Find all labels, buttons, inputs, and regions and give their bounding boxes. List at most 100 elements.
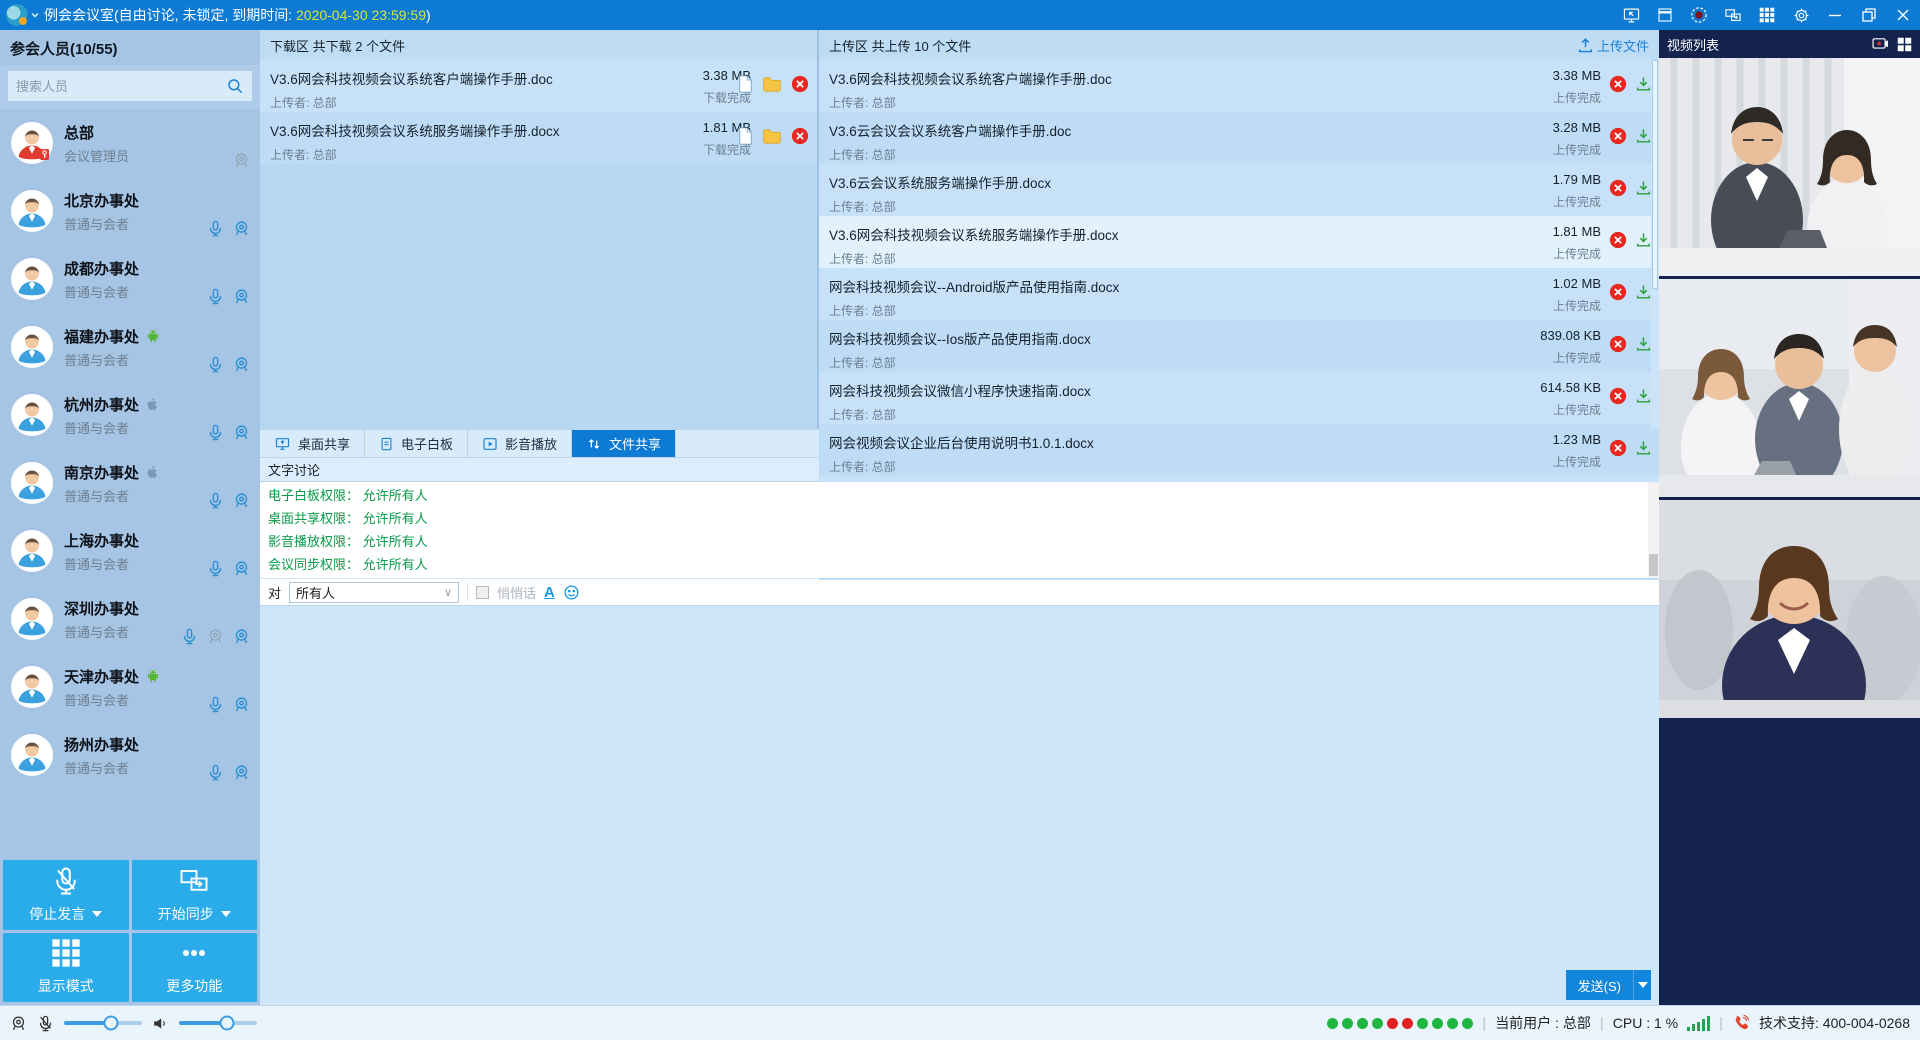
- participant-row[interactable]: 深圳办事处 普通与会者: [0, 585, 260, 653]
- minimize-icon[interactable]: [1818, 0, 1852, 30]
- mic-icon[interactable]: [207, 356, 224, 373]
- participant-row[interactable]: 上海办事处 普通与会者: [0, 517, 260, 585]
- webcam-icon[interactable]: [233, 492, 250, 509]
- title-menu-chevron-icon[interactable]: [30, 10, 40, 20]
- delete-icon[interactable]: [1609, 127, 1627, 145]
- webcam-icon[interactable]: [233, 628, 250, 645]
- webcam-off-icon[interactable]: [233, 152, 250, 169]
- search-icon[interactable]: [226, 77, 244, 95]
- open-file-icon[interactable]: [738, 75, 753, 93]
- search-input[interactable]: [16, 79, 226, 94]
- delete-icon[interactable]: [1609, 231, 1627, 249]
- video-thumbnail[interactable]: [1659, 58, 1920, 276]
- tab-whiteboard[interactable]: 电子白板: [365, 430, 468, 457]
- chevron-down-icon[interactable]: [92, 911, 102, 917]
- mic-icon[interactable]: [207, 696, 224, 713]
- download-icon[interactable]: [1636, 388, 1651, 404]
- participant-row[interactable]: 天津办事处 普通与会者: [0, 653, 260, 721]
- open-folder-icon[interactable]: [762, 76, 782, 93]
- upload-file-row[interactable]: V3.6云会议系统服务端操作手册.docx 上传者: 总部 1.79 MB 上传…: [819, 164, 1659, 216]
- download-file-row[interactable]: V3.6网会科技视频会议系统服务端操作手册.docx 上传者: 总部 1.81 …: [260, 112, 817, 164]
- webcam-off-icon[interactable]: [207, 628, 224, 645]
- font-color-icon[interactable]: A: [544, 585, 555, 600]
- download-icon[interactable]: [1636, 76, 1651, 92]
- more-dots-button[interactable]: 更多功能: [132, 933, 258, 1003]
- mic-icon[interactable]: [207, 560, 224, 577]
- app-logo-icon[interactable]: [6, 4, 28, 26]
- mic-volume-slider[interactable]: [64, 1021, 142, 1025]
- maximize-restore-icon[interactable]: [1852, 0, 1886, 30]
- recipient-select[interactable]: 所有人∨: [289, 582, 459, 603]
- delete-icon[interactable]: [1609, 335, 1627, 353]
- webcam-icon[interactable]: [233, 220, 250, 237]
- upload-file-row[interactable]: V3.6云会议会议系统客户端操作手册.doc 上传者: 总部 3.28 MB 上…: [819, 112, 1659, 164]
- tab-file-share[interactable]: 文件共享: [572, 430, 676, 457]
- video-thumbnail[interactable]: [1659, 500, 1920, 718]
- mic-icon[interactable]: [207, 288, 224, 305]
- download-icon[interactable]: [1636, 284, 1651, 300]
- upload-file-row[interactable]: 网会科技视频会议--Android版产品使用指南.docx 上传者: 总部 1.…: [819, 268, 1659, 320]
- upload-file-row[interactable]: V3.6网会科技视频会议系统服务端操作手册.docx 上传者: 总部 1.81 …: [819, 216, 1659, 268]
- upload-file-row[interactable]: 网会科技视频会议--Ios版产品使用指南.docx 上传者: 总部 839.08…: [819, 320, 1659, 372]
- webcam-icon[interactable]: [233, 696, 250, 713]
- participant-row[interactable]: 扬州办事处 普通与会者: [0, 721, 260, 789]
- mic-icon[interactable]: [207, 220, 224, 237]
- participant-row[interactable]: 总部 会议管理员: [0, 109, 260, 177]
- download-icon[interactable]: [1636, 180, 1651, 196]
- webcam-icon[interactable]: [233, 288, 250, 305]
- sync-screens-big-button[interactable]: 开始同步: [132, 860, 258, 930]
- webcam-icon[interactable]: [233, 356, 250, 373]
- participant-row[interactable]: 福建办事处 普通与会者: [0, 313, 260, 381]
- video-thumbnail[interactable]: [1659, 279, 1920, 497]
- delete-icon[interactable]: [1609, 283, 1627, 301]
- delete-icon[interactable]: [1609, 75, 1627, 93]
- webcam-status-icon[interactable]: [10, 1015, 27, 1032]
- mic-muted-status-icon[interactable]: [37, 1015, 54, 1032]
- speaker-icon[interactable]: [152, 1015, 169, 1032]
- open-file-icon[interactable]: [738, 127, 753, 145]
- download-icon[interactable]: [1636, 232, 1651, 248]
- mic-icon[interactable]: [207, 492, 224, 509]
- mic-icon[interactable]: [181, 628, 198, 645]
- participant-row[interactable]: 北京办事处 普通与会者: [0, 177, 260, 245]
- delete-icon[interactable]: [791, 127, 809, 145]
- participant-row[interactable]: 成都办事处 普通与会者: [0, 245, 260, 313]
- record-icon[interactable]: [1682, 0, 1716, 30]
- webcam-icon[interactable]: [233, 764, 250, 781]
- speaker-volume-slider[interactable]: [179, 1021, 257, 1025]
- settings-icon[interactable]: [1784, 0, 1818, 30]
- mic-icon[interactable]: [207, 764, 224, 781]
- chat-scrollbar[interactable]: [1648, 482, 1659, 578]
- upload-file-button[interactable]: 上传文件: [1578, 36, 1649, 55]
- webcam-icon[interactable]: [233, 424, 250, 441]
- sync-screens-icon[interactable]: [1716, 0, 1750, 30]
- emoji-icon[interactable]: [563, 584, 580, 601]
- download-icon[interactable]: [1636, 440, 1651, 456]
- grid-big-button[interactable]: 显示模式: [3, 933, 129, 1003]
- screen-share-icon[interactable]: [1614, 0, 1648, 30]
- tab-media-play[interactable]: 影音播放: [468, 430, 572, 457]
- download-icon[interactable]: [1636, 128, 1651, 144]
- download-file-row[interactable]: V3.6网会科技视频会议系统客户端操作手册.doc 上传者: 总部 3.38 M…: [260, 60, 817, 112]
- upload-scrollbar[interactable]: [1651, 60, 1659, 429]
- camera-icon[interactable]: [1872, 37, 1889, 52]
- webcam-icon[interactable]: [233, 560, 250, 577]
- participant-row[interactable]: 杭州办事处 普通与会者: [0, 381, 260, 449]
- window-mode-icon[interactable]: [1648, 0, 1682, 30]
- chevron-down-icon[interactable]: [221, 911, 231, 917]
- delete-icon[interactable]: [1609, 179, 1627, 197]
- upload-file-row[interactable]: 网会科技视频会议微信小程序快速指南.docx 上传者: 总部 614.58 KB…: [819, 372, 1659, 424]
- delete-icon[interactable]: [1609, 387, 1627, 405]
- participant-row[interactable]: 南京办事处 普通与会者: [0, 449, 260, 517]
- close-icon[interactable]: [1886, 0, 1920, 30]
- delete-icon[interactable]: [1609, 439, 1627, 457]
- mic-icon[interactable]: [207, 424, 224, 441]
- download-icon[interactable]: [1636, 336, 1651, 352]
- send-button[interactable]: 发送(S): [1566, 970, 1633, 1000]
- tab-desktop-share[interactable]: 桌面共享: [260, 430, 365, 457]
- mic-muted-button[interactable]: 停止发言: [3, 860, 129, 930]
- layout-grid-icon[interactable]: [1897, 37, 1912, 52]
- delete-icon[interactable]: [791, 75, 809, 93]
- upload-file-row[interactable]: V3.6网会科技视频会议系统客户端操作手册.doc 上传者: 总部 3.38 M…: [819, 60, 1659, 112]
- whisper-checkbox[interactable]: [476, 586, 489, 599]
